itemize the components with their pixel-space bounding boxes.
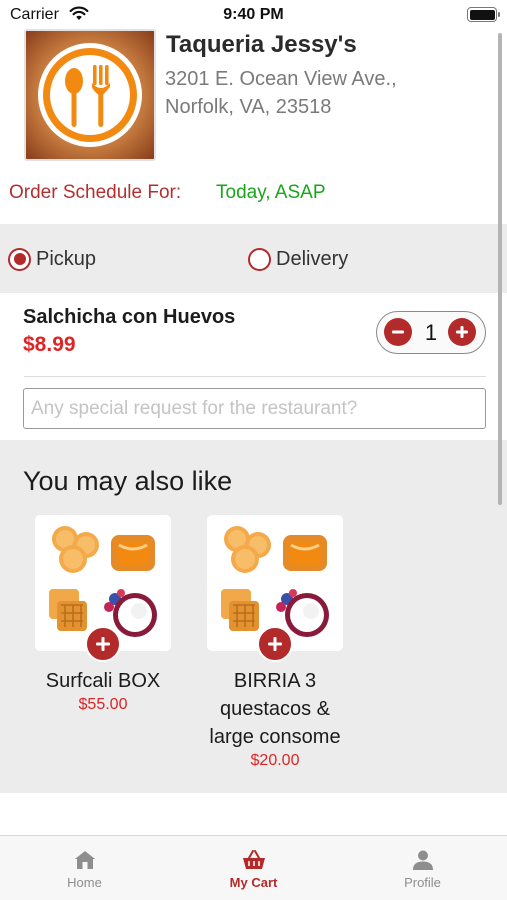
suggestions-section: You may also like Surfcali BOX $55.00 BI… — [0, 440, 507, 793]
radio-unselected-icon — [248, 247, 271, 271]
add-item-button[interactable] — [85, 626, 121, 662]
cart-item-price: $8.99 — [23, 333, 76, 356]
suggestion-card[interactable]: BIRRIA 3 questacos & large consome $20.0… — [207, 515, 343, 770]
tab-bar: Home My Cart Profile — [0, 835, 507, 900]
suggestion-price: $20.00 — [250, 752, 300, 769]
schedule-label: Order Schedule For: — [9, 182, 182, 203]
plus-icon — [96, 637, 110, 651]
delivery-label: Delivery — [276, 247, 349, 270]
plus-icon — [456, 326, 468, 338]
fork-spoon-logo-icon — [26, 31, 154, 159]
order-method-selector: Pickup Delivery — [0, 224, 507, 293]
basket-icon — [242, 850, 265, 869]
quantity-stepper: 1 — [376, 311, 486, 354]
radio-selected-icon — [8, 247, 31, 271]
delivery-radio[interactable]: Delivery — [248, 247, 348, 271]
restaurant-address-line2: Norfolk, VA, 23518 — [165, 96, 332, 118]
tab-home[interactable]: Home — [0, 836, 169, 900]
clock: 9:40 PM — [223, 6, 284, 23]
tab-label: Home — [67, 875, 102, 890]
cart-item-name: Salchicha con Huevos — [23, 306, 236, 328]
status-bar: Carrier 9:40 PM — [0, 0, 507, 30]
pickup-radio[interactable]: Pickup — [8, 247, 96, 271]
tab-label: Profile — [404, 875, 441, 890]
person-icon — [412, 850, 433, 870]
divider — [24, 376, 486, 377]
increase-quantity-button[interactable] — [448, 318, 476, 346]
content-spacer — [0, 793, 507, 835]
suggestion-card[interactable]: Surfcali BOX $55.00 — [35, 515, 171, 714]
battery-icon — [467, 7, 500, 22]
special-request-input[interactable] — [23, 388, 486, 429]
tab-profile[interactable]: Profile — [338, 836, 507, 900]
suggestions-title: You may also like — [23, 466, 233, 496]
suggestion-price: $55.00 — [78, 696, 128, 713]
schedule-value[interactable]: Today, ASAP — [216, 182, 326, 204]
scroll-indicator — [498, 33, 502, 505]
plus-icon — [268, 637, 282, 651]
restaurant-logo — [24, 29, 156, 161]
tab-my-cart[interactable]: My Cart — [169, 836, 338, 900]
suggestion-name: BIRRIA 3 questacos & large consome — [209, 670, 341, 748]
pickup-label: Pickup — [36, 247, 97, 270]
suggestion-name: Surfcali BOX — [45, 670, 161, 692]
decrease-quantity-button[interactable] — [384, 318, 412, 346]
minus-icon — [392, 330, 404, 334]
quantity-value: 1 — [424, 320, 438, 345]
tab-label: My Cart — [229, 875, 278, 890]
home-icon — [74, 851, 95, 869]
restaurant-name: Taqueria Jessy's — [166, 31, 357, 58]
restaurant-address-line1: 3201 E. Ocean View Ave., — [165, 68, 397, 90]
add-item-button[interactable] — [257, 626, 293, 662]
